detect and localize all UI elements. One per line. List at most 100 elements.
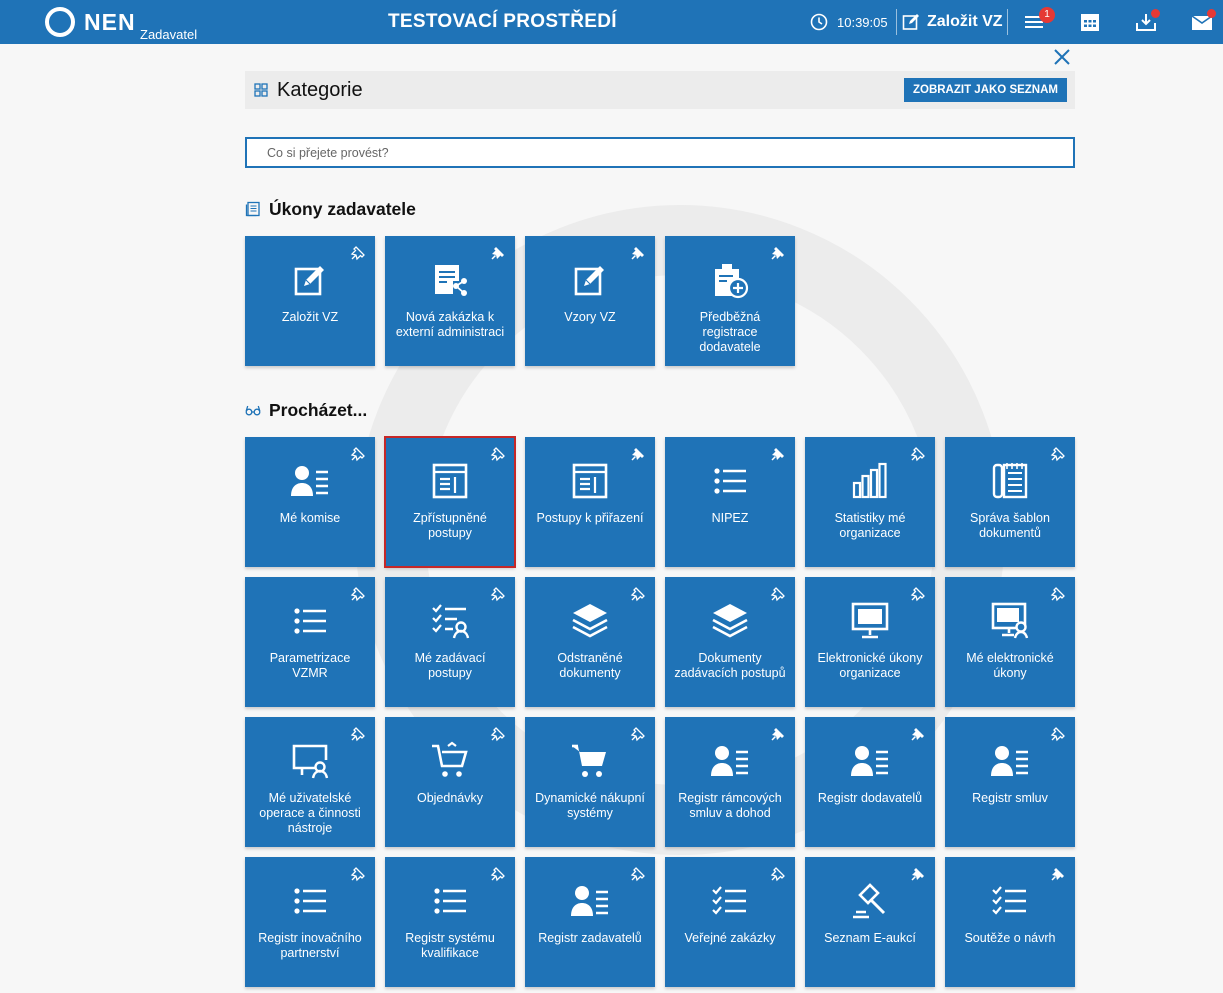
- pin-filled-icon[interactable]: [1050, 866, 1066, 882]
- pin-icon[interactable]: [350, 446, 366, 462]
- binder-icon: [992, 463, 1028, 499]
- tile[interactable]: Registr systému kvalifikace: [385, 857, 515, 987]
- pin-filled-icon[interactable]: [630, 245, 646, 261]
- tile[interactable]: Mé uživatelské operace a činnosti nástro…: [245, 717, 375, 847]
- category-header: Kategorie ZOBRAZIT JAKO SEZNAM: [245, 71, 1075, 109]
- tile[interactable]: Statistiky mé organizace: [805, 437, 935, 567]
- tile[interactable]: Registr inovačního partnerství: [245, 857, 375, 987]
- tile-label: Registr dodavatelů: [817, 791, 923, 805]
- tile-label: Vzory VZ: [564, 310, 616, 324]
- section-heading-actions: Úkony zadavatele: [245, 198, 416, 220]
- calendar-icon[interactable]: [1078, 10, 1102, 34]
- new-vz-button[interactable]: Založit VZ: [902, 10, 1003, 34]
- tile[interactable]: Zpřístupněné postupy: [384, 436, 516, 568]
- tile[interactable]: Založit VZ: [245, 236, 375, 366]
- show-as-list-button[interactable]: ZOBRAZIT JAKO SEZNAM: [903, 78, 1067, 102]
- tile-label: Registr inovačního partnerství: [258, 931, 362, 960]
- download-badge-dot: [1151, 9, 1160, 18]
- tile[interactable]: Objednávky: [385, 717, 515, 847]
- tile-label: NIPEZ: [711, 511, 749, 525]
- top-bar: NEN Zadavatel TESTOVACÍ PROSTŘEDÍ 10:39:…: [0, 0, 1223, 44]
- tile-label: Seznam E-aukcí: [824, 931, 916, 945]
- tile-label: Odstraněné dokumenty: [557, 651, 623, 680]
- tile[interactable]: Předběžná registrace dodavatele: [665, 236, 795, 366]
- gavel-icon: [853, 883, 886, 919]
- pin-icon[interactable]: [630, 866, 646, 882]
- pin-filled-icon[interactable]: [770, 726, 786, 742]
- pin-icon[interactable]: [630, 726, 646, 742]
- tile[interactable]: Seznam E-aukcí: [805, 857, 935, 987]
- tile-label: Objednávky: [416, 791, 483, 805]
- pin-icon[interactable]: [1050, 586, 1066, 602]
- pin-icon[interactable]: [770, 866, 786, 882]
- list-icon: [434, 888, 466, 914]
- pin-icon[interactable]: [350, 586, 366, 602]
- tile[interactable]: Vzory VZ: [525, 236, 655, 366]
- tile-label: Elektronické úkony organizace: [817, 651, 923, 680]
- layers-icon: [712, 604, 748, 638]
- user-list-icon: [571, 886, 608, 916]
- pin-icon[interactable]: [910, 446, 926, 462]
- pin-icon[interactable]: [1050, 446, 1066, 462]
- tile-label: Předběžná registrace dodavatele: [699, 310, 761, 354]
- tile[interactable]: Dokumenty zadávacích postupů: [665, 577, 795, 707]
- mail-badge-dot: [1207, 9, 1216, 18]
- pin-icon[interactable]: [770, 586, 786, 602]
- pin-icon[interactable]: [910, 586, 926, 602]
- cart-outline-icon: [432, 741, 468, 777]
- notification-badge: 1: [1039, 7, 1055, 23]
- pin-filled-icon[interactable]: [910, 866, 926, 882]
- tile-label: Registr smluv: [972, 791, 1048, 805]
- glasses-icon: [245, 405, 261, 416]
- checklist-icon: [712, 886, 746, 915]
- tile[interactable]: Registr zadavatelů: [525, 857, 655, 987]
- tile[interactable]: Dynamické nákupní systémy: [525, 717, 655, 847]
- checklist-user-icon: [432, 604, 470, 639]
- pin-icon[interactable]: [490, 586, 506, 602]
- pin-icon[interactable]: [490, 446, 506, 462]
- tile[interactable]: Registr smluv: [945, 717, 1075, 847]
- tile[interactable]: Mé komise: [245, 437, 375, 567]
- tile[interactable]: Postupy k přiřazení: [525, 437, 655, 567]
- tile[interactable]: Registr rámcových smluv a dohod: [665, 717, 795, 847]
- document-share-icon: [435, 265, 467, 296]
- pin-icon[interactable]: [350, 866, 366, 882]
- pin-icon[interactable]: [1050, 726, 1066, 742]
- new-vz-label: Založit VZ: [927, 13, 1003, 30]
- pin-filled-icon[interactable]: [770, 245, 786, 261]
- tile[interactable]: Mé zadávací postupy: [385, 577, 515, 707]
- document-icon: [245, 201, 260, 217]
- tile[interactable]: Elektronické úkony organizace: [805, 577, 935, 707]
- page-title: Kategorie: [277, 79, 363, 101]
- tile[interactable]: Nová zakázka k externí administraci: [385, 236, 515, 366]
- tile[interactable]: Parametrizace VZMR: [245, 577, 375, 707]
- tile[interactable]: Odstraněné dokumenty: [525, 577, 655, 707]
- pin-icon[interactable]: [490, 866, 506, 882]
- pin-icon[interactable]: [490, 726, 506, 742]
- tile[interactable]: Mé elektronické úkony: [945, 577, 1075, 707]
- pin-filled-icon[interactable]: [770, 446, 786, 462]
- list-icon: [294, 888, 326, 914]
- tile-label: Mé komise: [279, 511, 341, 525]
- close-icon[interactable]: [1052, 47, 1072, 67]
- tile[interactable]: Veřejné zakázky: [665, 857, 795, 987]
- window-list-icon: [572, 463, 608, 499]
- pin-filled-icon[interactable]: [490, 245, 506, 261]
- tile[interactable]: Registr dodavatelů: [805, 717, 935, 847]
- tile[interactable]: Správa šablon dokumentů: [945, 437, 1075, 567]
- pin-icon[interactable]: [350, 726, 366, 742]
- tile-label: Mé zadávací postupy: [414, 651, 486, 680]
- pin-icon[interactable]: [630, 586, 646, 602]
- logo-subtitle: Zadavatel: [140, 27, 198, 42]
- pin-filled-icon[interactable]: [910, 726, 926, 742]
- user-list-icon: [711, 746, 748, 776]
- tile[interactable]: NIPEZ: [665, 437, 795, 567]
- pin-icon[interactable]: [350, 245, 366, 261]
- search-input[interactable]: [247, 139, 1073, 166]
- user-list-icon: [991, 746, 1028, 776]
- nen-logo-icon[interactable]: [44, 6, 76, 38]
- tile[interactable]: Soutěže o návrh: [945, 857, 1075, 987]
- pin-filled-icon[interactable]: [630, 446, 646, 462]
- environment-title: TESTOVACÍ PROSTŘEDÍ: [388, 11, 617, 32]
- edit-icon: [902, 14, 919, 30]
